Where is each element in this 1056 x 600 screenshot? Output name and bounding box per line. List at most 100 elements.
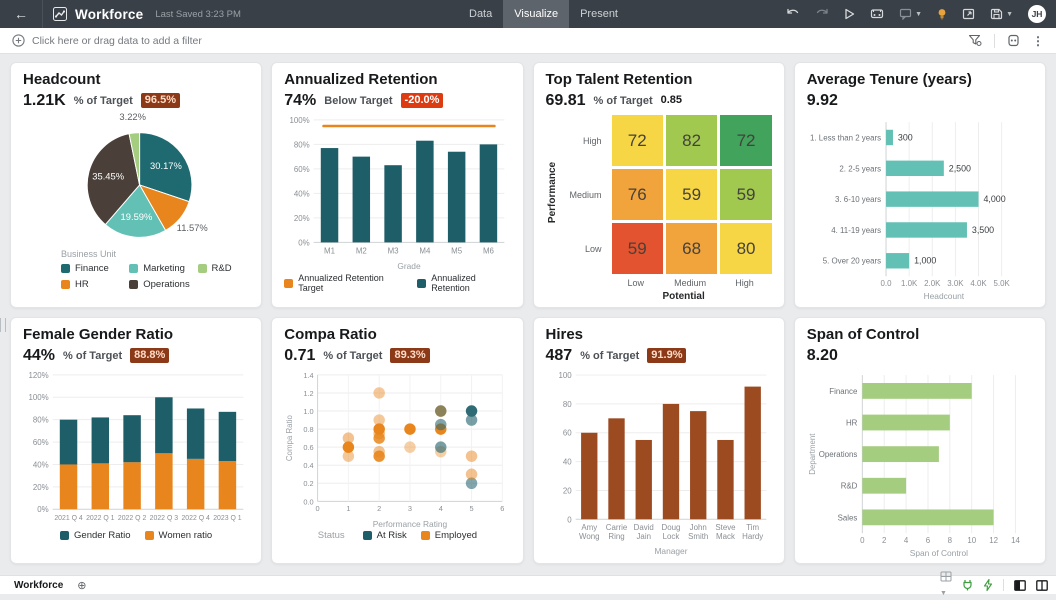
svg-text:M2: M2: [356, 246, 367, 255]
heatmap-cell[interactable]: 68: [666, 223, 717, 274]
undo-icon[interactable]: [786, 8, 800, 20]
legend-swatch: [198, 264, 207, 273]
svg-text:2022 Q 3: 2022 Q 3: [150, 515, 179, 522]
svg-text:2,500: 2,500: [949, 163, 971, 173]
save-icon[interactable]: ▼: [990, 8, 1013, 20]
svg-text:40%: 40%: [294, 189, 310, 198]
heatmap-chart[interactable]: PerformanceHigh728272Medium765959Low5968…: [546, 115, 772, 303]
svg-text:Tim: Tim: [746, 523, 759, 532]
card-headcount[interactable]: Headcount 1.21K % of Target 96.5% 30.17%…: [10, 62, 262, 308]
kebab-menu-icon[interactable]: ⋮: [1032, 34, 1044, 48]
svg-text:5. Over 20 years: 5. Over 20 years: [823, 257, 881, 266]
heatmap-cell[interactable]: 59: [612, 223, 663, 274]
svg-text:Jain: Jain: [636, 532, 650, 541]
kpi-badge: 88.8%: [130, 348, 169, 363]
kpi-value: 44%: [23, 347, 55, 365]
filter-bar: Click here or drag data to add a filter …: [0, 28, 1056, 54]
user-avatar[interactable]: JH: [1028, 5, 1046, 23]
lightbulb-icon[interactable]: [937, 8, 947, 21]
card-female-gender-ratio[interactable]: Female Gender Ratio 44% % of Target 88.8…: [10, 317, 262, 564]
svg-text:6: 6: [501, 504, 505, 513]
svg-text:Sales: Sales: [837, 513, 857, 522]
comment-icon[interactable]: ▼: [899, 8, 922, 20]
tab-data[interactable]: Data: [458, 0, 503, 28]
heatmap-cell[interactable]: 82: [666, 115, 717, 166]
svg-text:3: 3: [408, 504, 412, 513]
hbar-chart[interactable]: 02468101214FinanceHROperationsR&DSalesSp…: [807, 370, 1033, 560]
back-button[interactable]: ←: [0, 0, 43, 28]
card-span-of-control[interactable]: Span of Control 8.20 02468101214FinanceH…: [794, 317, 1046, 564]
scatter-chart[interactable]: 0.00.20.40.60.81.01.21.40123456Performan…: [284, 366, 510, 530]
svg-text:0%: 0%: [299, 238, 310, 247]
bar-chart[interactable]: 0%20%40%60%80%100%M1M2M3M4M5M6Grade: [284, 111, 510, 273]
svg-text:60%: 60%: [294, 165, 310, 174]
redo-icon[interactable]: [815, 8, 829, 20]
svg-text:2: 2: [882, 536, 886, 545]
card-compa-ratio[interactable]: Compa Ratio 0.71 % of Target 89.3% 0.00.…: [271, 317, 523, 564]
legend-item: At Risk: [363, 530, 407, 541]
svg-text:0.2: 0.2: [304, 479, 314, 488]
svg-text:3.22%: 3.22%: [119, 112, 146, 122]
svg-text:2. 2-5 years: 2. 2-5 years: [839, 164, 881, 173]
heatmap-row-label: Medium: [560, 169, 609, 220]
tab-visualize[interactable]: Visualize: [503, 0, 569, 28]
pie-chart[interactable]: 30.17%11.57%19.59%35.45%3.22%: [23, 111, 249, 249]
grid-view-icon[interactable]: ▼: [940, 571, 952, 600]
hbar-chart[interactable]: 0.01.0K2.0K3.0K4.0K5.0K1. Less than 2 ye…: [807, 117, 1033, 303]
svg-text:Headcount: Headcount: [923, 291, 964, 301]
svg-text:5: 5: [470, 504, 474, 513]
svg-text:Mack: Mack: [716, 532, 735, 541]
layout-split-icon[interactable]: [1036, 580, 1048, 591]
heatmap-col-labels: LowMediumHigh: [609, 278, 772, 288]
svg-text:100%: 100%: [290, 116, 310, 125]
tab-present[interactable]: Present: [569, 0, 629, 28]
svg-text:40%: 40%: [33, 460, 49, 469]
svg-text:100: 100: [558, 371, 572, 380]
card-top-talent-retention[interactable]: Top Talent Retention 69.81 % of Target 0…: [533, 62, 785, 308]
play-icon[interactable]: [844, 8, 855, 20]
add-filter-button[interactable]: Click here or drag data to add a filter: [12, 34, 202, 47]
workbook-title: Workforce: [75, 7, 143, 22]
kpi-label: % of Target: [594, 95, 653, 107]
divider: [994, 34, 995, 48]
stacked-bar-chart[interactable]: 0%20%40%60%80%100%120%2021 Q 42022 Q 120…: [23, 366, 249, 530]
page-settings-icon[interactable]: [1007, 34, 1020, 47]
add-filter-label: Click here or drag data to add a filter: [32, 35, 202, 47]
layout-left-panel-icon[interactable]: [1014, 580, 1026, 591]
svg-text:1.0K: 1.0K: [901, 279, 918, 288]
heatmap-cell[interactable]: 59: [666, 169, 717, 220]
card-annualized-retention[interactable]: Annualized Retention 74% Below Target -2…: [271, 62, 523, 308]
legend-swatch: [61, 280, 70, 289]
svg-text:2.0K: 2.0K: [924, 279, 941, 288]
open-window-icon[interactable]: [962, 8, 975, 20]
kpi-label: % of Target: [323, 350, 382, 362]
svg-text:0%: 0%: [37, 505, 48, 514]
heatmap-cell[interactable]: 72: [612, 115, 663, 166]
legend-item: Finance: [61, 263, 129, 274]
page-tab-workforce[interactable]: Workforce: [0, 580, 77, 591]
card-hires[interactable]: Hires 487 % of Target 91.9% 020406080100…: [533, 317, 785, 564]
heatmap-cell[interactable]: 76: [612, 169, 663, 220]
panel-resize-handle[interactable]: [0, 318, 6, 332]
svg-text:20%: 20%: [294, 214, 310, 223]
svg-text:Doug: Doug: [661, 523, 680, 532]
filter-funnel-icon[interactable]: [968, 34, 982, 47]
lightning-icon[interactable]: [983, 579, 993, 591]
legend-swatch: [145, 531, 154, 540]
top-toolbar: ← Workforce Last Saved 3:23 PM Data Visu…: [0, 0, 1056, 28]
svg-text:1: 1: [347, 504, 351, 513]
svg-text:0: 0: [567, 515, 572, 524]
svg-text:1.4: 1.4: [304, 371, 314, 380]
card-average-tenure[interactable]: Average Tenure (years) 9.92 0.01.0K2.0K3…: [794, 62, 1046, 308]
heatmap-cell[interactable]: 72: [720, 115, 771, 166]
bar-chart[interactable]: 020406080100AmyWongCarrieRingDavidJainDo…: [546, 366, 772, 558]
svg-text:6: 6: [926, 536, 931, 545]
heatmap-cell[interactable]: 59: [720, 169, 771, 220]
heatmap-cell[interactable]: 80: [720, 223, 771, 274]
last-saved-label: Last Saved 3:23 PM: [155, 9, 241, 20]
automation-icon[interactable]: [870, 8, 884, 20]
add-page-icon[interactable]: ⊕: [77, 579, 86, 592]
circle-plus-icon: [12, 34, 25, 47]
plug-icon[interactable]: [962, 579, 973, 591]
kpi-value: 487: [546, 347, 573, 365]
